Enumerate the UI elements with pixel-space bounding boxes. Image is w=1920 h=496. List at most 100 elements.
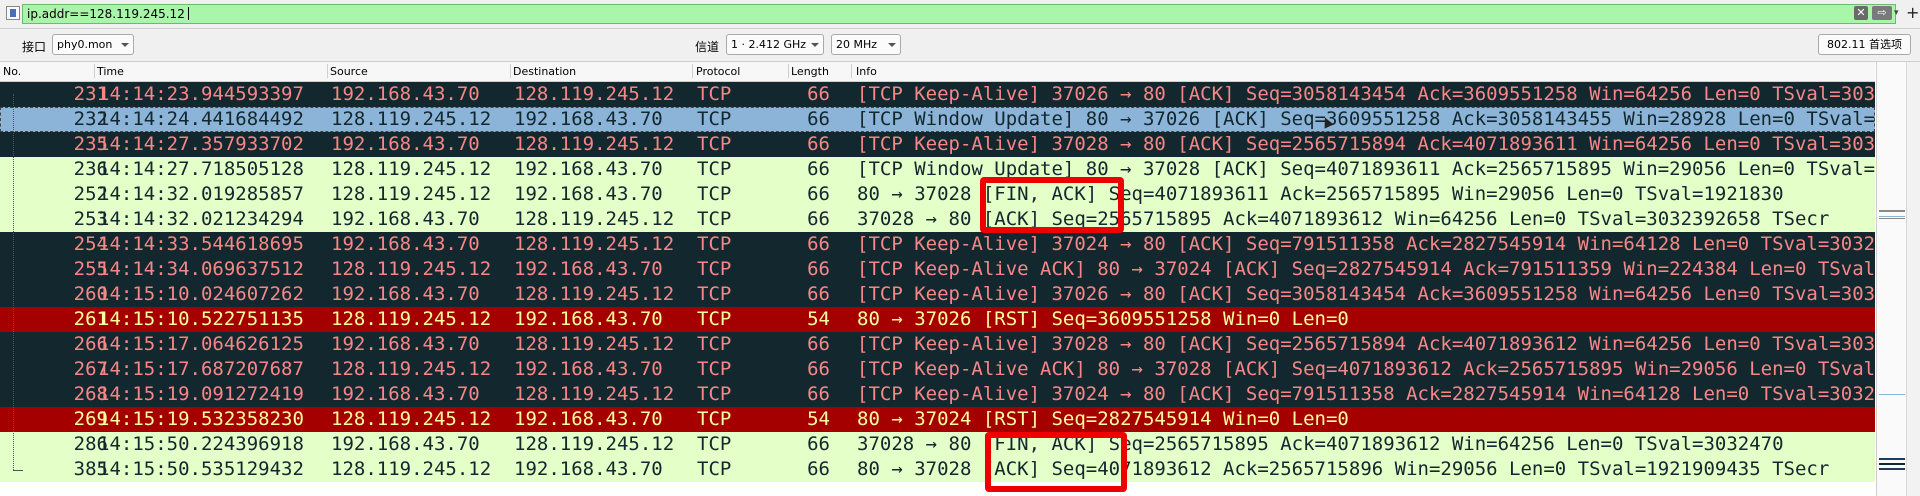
packet-cell-info: 80 → 37024 [RST] Seq=2827545914 Win=0 Le… (857, 408, 1349, 430)
column-divider[interactable] (510, 64, 511, 78)
packet-row[interactable]: 261 14:15:10.522751135 128.119.245.12 192.1… (0, 307, 1875, 332)
packet-cell-protocol: TCP (697, 108, 732, 130)
column-divider[interactable] (327, 64, 328, 78)
packet-cell-protocol: TCP (697, 408, 732, 430)
packet-cell-time: 14:15:50.535129432 (98, 458, 304, 480)
packet-cell-protocol: TCP (697, 458, 732, 480)
vertical-scrollbar[interactable] (1906, 62, 1920, 496)
packet-row[interactable]: 255 14:14:34.069637512 128.119.245.12 192.1… (0, 257, 1875, 282)
packet-row[interactable]: 232 14:14:24.441684492 128.119.245.12 192.1… (0, 107, 1875, 132)
packet-cell-destination: 192.168.43.70 (514, 183, 663, 205)
column-header-info[interactable]: Info (856, 65, 877, 80)
packet-cell-source: 192.168.43.70 (331, 433, 480, 455)
packet-cell-source: 192.168.43.70 (331, 208, 480, 230)
packet-cell-length: 66 (807, 383, 830, 405)
column-divider[interactable] (851, 64, 852, 78)
packet-cell-length: 66 (807, 183, 830, 205)
packet-row[interactable]: 252 14:14:32.019285857 128.119.245.12 192.1… (0, 182, 1875, 207)
packet-cell-destination: 192.168.43.70 (514, 258, 663, 280)
packet-cell-protocol: TCP (697, 133, 732, 155)
annotation-box-top (980, 177, 1124, 233)
minimap-mark (1879, 463, 1905, 465)
column-header-length[interactable]: Length (791, 65, 829, 80)
packet-cell-source: 192.168.43.70 (331, 333, 480, 355)
packet-cell-time: 14:15:50.224396918 (98, 433, 304, 455)
wireless-toolbar: 接口 phy0.mon 信道 1 · 2.412 GHz 20 MHz 802.… (0, 29, 1920, 62)
packet-cell-protocol: TCP (697, 333, 732, 355)
packet-cell-source: 192.168.43.70 (331, 383, 480, 405)
packet-cell-length: 66 (807, 133, 830, 155)
packet-row[interactable]: 235 14:14:27.357933702 192.168.43.70 128.11… (0, 132, 1875, 157)
packet-cell-destination: 128.119.245.12 (514, 333, 675, 355)
packet-cell-destination: 128.119.245.12 (514, 433, 675, 455)
packet-row[interactable]: 268 14:15:19.091272419 192.168.43.70 128.11… (0, 382, 1875, 407)
packet-row[interactable]: 254 14:14:33.544618695 192.168.43.70 128.11… (0, 232, 1875, 257)
column-divider[interactable] (94, 64, 95, 78)
packet-cell-destination: 192.168.43.70 (514, 458, 663, 480)
packet-row[interactable]: 286 14:15:50.224396918 192.168.43.70 128.11… (0, 432, 1875, 457)
column-divider[interactable] (788, 64, 789, 78)
display-filter-bar: ip.addr==128.119.245.12 ✕ ⇨ ▾ + (0, 0, 1920, 29)
packet-cell-time: 14:14:32.019285857 (98, 183, 304, 205)
packet-cell-info: [TCP Keep-Alive ACK] 80 → 37028 [ACK] Se… (857, 358, 1875, 380)
filter-bookmark-icon[interactable] (6, 6, 20, 20)
packet-cell-destination: 128.119.245.12 (514, 133, 675, 155)
packet-cell-length: 66 (807, 158, 830, 180)
packet-row[interactable]: 269 14:15:19.532358230 128.119.245.12 192.1… (0, 407, 1875, 432)
packet-row[interactable]: 385 14:15:50.535129432 128.119.245.12 192.1… (0, 457, 1875, 482)
packet-cell-time: 14:14:32.021234294 (98, 208, 304, 230)
interface-select-value: phy0.mon (57, 38, 113, 51)
packet-cell-time: 14:14:34.069637512 (98, 258, 304, 280)
packet-row[interactable]: 236 14:14:27.718505128 128.119.245.12 192.1… (0, 157, 1875, 182)
packet-cell-info: [TCP Window Update] 80 → 37026 [ACK] Seq… (857, 108, 1875, 130)
minimap-mark (1879, 468, 1905, 470)
conversation-tree-end (13, 470, 23, 472)
column-divider[interactable] (692, 64, 693, 78)
packet-cell-destination: 192.168.43.70 (514, 408, 663, 430)
packet-cell-info: 80 → 37026 [RST] Seq=3609551258 Win=0 Le… (857, 308, 1349, 330)
packet-cell-info: [TCP Keep-Alive ACK] 80 → 37024 [ACK] Se… (857, 258, 1875, 280)
packet-cell-info: [TCP Keep-Alive] 37024 → 80 [ACK] Seq=79… (857, 233, 1875, 255)
packet-cell-info: [TCP Keep-Alive] 37028 → 80 [ACK] Seq=25… (857, 333, 1875, 355)
packet-row[interactable]: 260 14:15:10.024607262 192.168.43.70 128.11… (0, 282, 1875, 307)
packet-minimap[interactable] (1876, 62, 1907, 496)
packet-cell-length: 66 (807, 458, 830, 480)
column-header-no[interactable]: No. (3, 65, 21, 80)
packet-cell-source: 128.119.245.12 (331, 308, 492, 330)
column-header-destination[interactable]: Destination (513, 65, 576, 80)
chevron-down-icon (811, 43, 819, 47)
column-header-time[interactable]: Time (97, 65, 124, 80)
packet-cell-destination: 192.168.43.70 (514, 158, 663, 180)
filter-history-dropdown-icon[interactable]: ▾ (1894, 6, 1904, 20)
column-header-source[interactable]: Source (330, 65, 368, 80)
packet-row[interactable]: 253 14:14:32.021234294 192.168.43.70 128.11… (0, 207, 1875, 232)
packet-row[interactable]: 266 14:15:17.064626125 192.168.43.70 128.11… (0, 332, 1875, 357)
packet-cell-info: [TCP Keep-Alive] 37026 → 80 [ACK] Seq=30… (857, 283, 1875, 305)
packet-cell-time: 14:15:17.064626125 (98, 333, 304, 355)
channel-width-select[interactable]: 20 MHz (831, 34, 901, 55)
packet-row[interactable]: 231 14:14:23.944593397 192.168.43.70 128.11… (0, 82, 1875, 107)
packet-cell-source: 192.168.43.70 (331, 233, 480, 255)
packet-cell-source: 192.168.43.70 (331, 83, 480, 105)
packet-row[interactable]: 267 14:15:17.687207687 128.119.245.12 192.1… (0, 357, 1875, 382)
add-filter-button-icon[interactable]: + (1906, 3, 1919, 23)
minimap-mark (1879, 458, 1905, 460)
column-header-protocol[interactable]: Protocol (696, 65, 740, 80)
packet-cell-source: 128.119.245.12 (331, 458, 492, 480)
packet-cell-length: 66 (807, 358, 830, 380)
channel-select[interactable]: 1 · 2.412 GHz (726, 34, 824, 55)
display-filter-input[interactable]: ip.addr==128.119.245.12 (22, 4, 1896, 24)
packet-cell-time: 14:14:27.357933702 (98, 133, 304, 155)
packet-cell-time: 14:14:33.544618695 (98, 233, 304, 255)
packet-cell-length: 66 (807, 208, 830, 230)
packet-cell-time: 14:15:19.532358230 (98, 408, 304, 430)
apply-filter-icon[interactable]: ⇨ (1872, 6, 1892, 20)
interface-select[interactable]: phy0.mon (52, 34, 134, 55)
packet-cell-destination: 128.119.245.12 (514, 83, 675, 105)
minimap-mark (1879, 216, 1905, 217)
packet-cell-time: 14:14:27.718505128 (98, 158, 304, 180)
packet-cell-time: 14:15:10.024607262 (98, 283, 304, 305)
packet-cell-source: 192.168.43.70 (331, 283, 480, 305)
clear-filter-icon[interactable]: ✕ (1854, 6, 1868, 20)
wlan-preferences-button[interactable]: 802.11 首选项 (1818, 34, 1911, 55)
